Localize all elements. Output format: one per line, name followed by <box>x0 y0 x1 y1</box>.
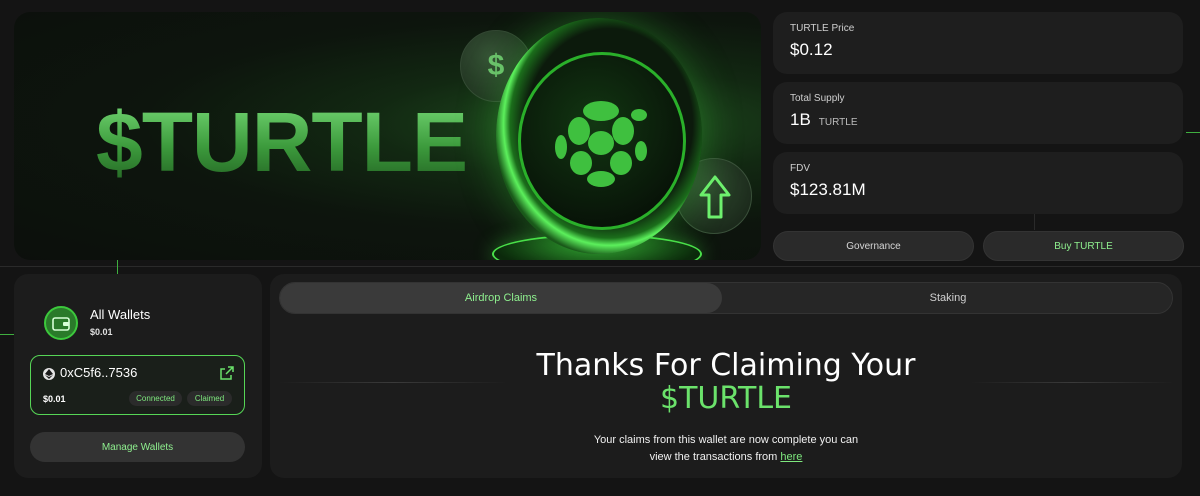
wallet-balance: $0.01 <box>43 394 66 404</box>
claim-description-line: view the transactions from <box>649 451 778 463</box>
all-wallets-total: $0.01 <box>90 327 113 337</box>
claim-token: $TURTLE <box>659 381 793 416</box>
stat-value: 1B <box>790 110 811 129</box>
stat-label: TURTLE Price <box>790 23 855 34</box>
governance-button[interactable]: Governance <box>773 231 974 261</box>
bg-grid-line <box>0 266 1200 267</box>
buy-turtle-button[interactable]: Buy TURTLE <box>983 231 1184 261</box>
bg-grid-accent <box>1186 132 1200 133</box>
bg-grid-accent <box>117 260 118 274</box>
stat-label: FDV <box>790 163 810 174</box>
stat-card-fdv: FDV $123.81M <box>773 152 1183 214</box>
hero-banner: $TURTLE $ <box>14 12 761 260</box>
stat-label: Total Supply <box>790 93 845 104</box>
external-link-icon[interactable] <box>220 366 234 380</box>
ethereum-icon <box>43 368 55 380</box>
all-wallets-title: All Wallets <box>90 307 151 322</box>
stat-value: $0.12 <box>790 40 833 59</box>
wallet-icon <box>44 306 78 340</box>
wallet-address: 0xC5f6..7536 <box>60 365 138 380</box>
claims-panel: Airdrop Claims Staking Thanks For Claimi… <box>270 274 1182 478</box>
transactions-link[interactable]: here <box>780 451 802 463</box>
claim-heading: Thanks For Claiming Your <box>536 348 916 383</box>
stat-value: $123.81M <box>790 180 866 199</box>
status-badge-claimed: Claimed <box>187 391 232 406</box>
status-badge-connected: Connected <box>129 391 182 406</box>
stat-card-supply: Total Supply 1B TURTLE <box>773 82 1183 144</box>
bg-grid-accent <box>0 334 14 335</box>
tab-staking[interactable]: Staking <box>722 283 1174 313</box>
stat-unit: TURTLE <box>818 117 858 128</box>
tab-airdrop-claims[interactable]: Airdrop Claims <box>280 283 722 313</box>
stat-card-price: TURTLE Price $0.12 <box>773 12 1183 74</box>
tab-bar: Airdrop Claims Staking <box>279 282 1173 314</box>
claim-description-line: Your claims from this wallet are now com… <box>593 434 859 446</box>
manage-wallets-button[interactable]: Manage Wallets <box>30 432 245 462</box>
turtle-logo-icon <box>518 52 686 230</box>
wallet-card[interactable]: 0xC5f6..7536 $0.01 Connected Claimed <box>30 355 245 415</box>
wallets-panel: All Wallets $0.01 0xC5f6..7536 $0.01 Con… <box>14 274 262 478</box>
claim-description: Your claims from this wallet are now com… <box>270 432 1182 466</box>
hero-title: $TURTLE <box>96 95 468 189</box>
